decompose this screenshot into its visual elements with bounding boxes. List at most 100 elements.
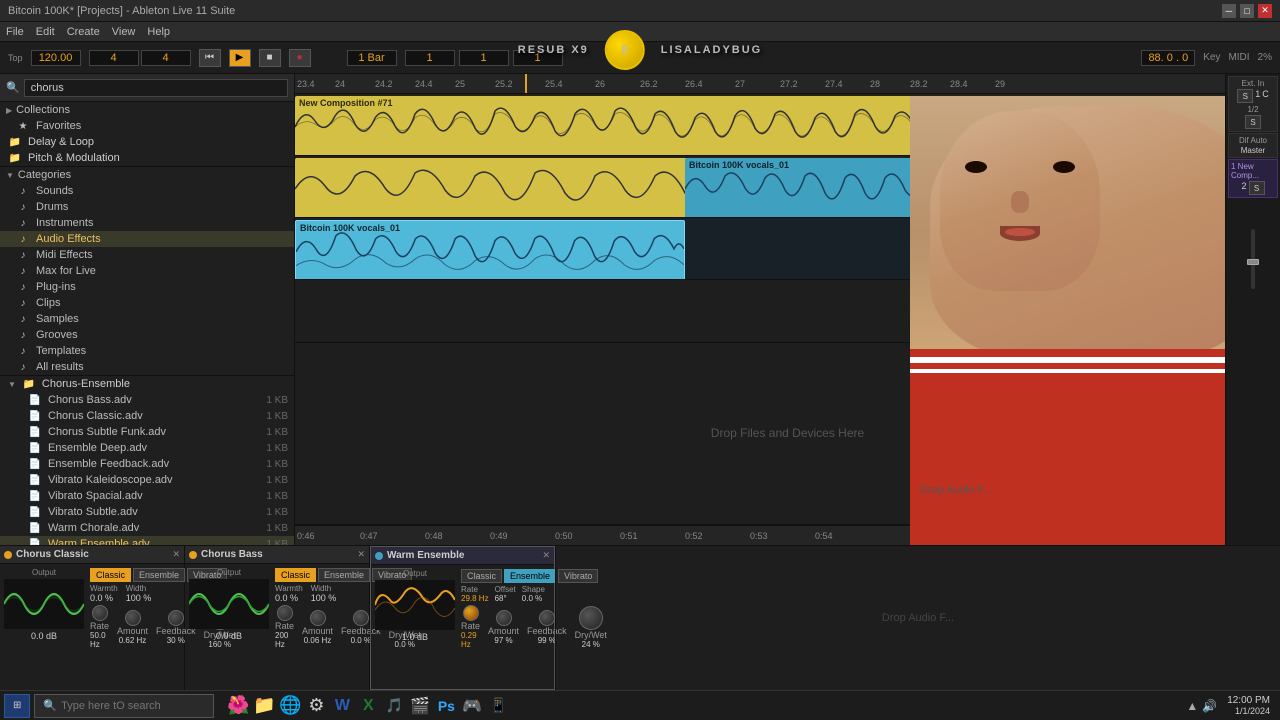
taskbar-search-input[interactable] xyxy=(61,700,205,712)
device-led-3[interactable] xyxy=(375,552,383,560)
start-button[interactable]: ⊞ xyxy=(4,694,30,718)
rate-knob-control-2[interactable] xyxy=(277,605,293,621)
sidebar-item-favorites[interactable]: ★ Favorites xyxy=(0,118,294,134)
sidebar-file-chorus-classic[interactable]: 📄 Chorus Classic.adv 1 KB xyxy=(0,408,294,424)
sidebar-item-instruments[interactable]: ♪ Instruments xyxy=(0,215,294,231)
close-device-3[interactable]: ✕ xyxy=(542,550,550,561)
device-led-2[interactable] xyxy=(189,551,197,559)
amount-knob-control-1[interactable] xyxy=(125,610,141,626)
rate-knob-control-3[interactable] xyxy=(463,605,479,621)
sidebar-file-ensemble-deep[interactable]: 📄 Ensemble Deep.adv 1 KB xyxy=(0,440,294,456)
amount-knob-control-2[interactable] xyxy=(310,610,326,626)
sidebar-item-all-results[interactable]: ♪ All results xyxy=(0,359,294,375)
master-fader-thumb[interactable] xyxy=(1247,259,1259,265)
sidebar-item-sounds[interactable]: ♪ Sounds xyxy=(0,183,294,199)
sidebar-item-samples[interactable]: ♪ Samples xyxy=(0,311,294,327)
ch1-s-btn2[interactable]: S xyxy=(1245,115,1261,129)
menu-create[interactable]: Create xyxy=(67,26,100,38)
sidebar-item-delay[interactable]: 📁 Delay & Loop xyxy=(0,134,294,150)
sidebar-file-vibrato-subtle[interactable]: 📄 Vibrato Subtle.adv 1 KB xyxy=(0,504,294,520)
taskbar-icon-word[interactable]: W xyxy=(330,694,354,718)
feedback-knob-control-2[interactable] xyxy=(353,610,369,626)
sidebar-file-warm-ensemble[interactable]: 📄 Warm Ensemble.adv 1 KB xyxy=(0,536,294,545)
sidebar-file-vibrato-k[interactable]: 📄 Vibrato Kaleidoscope.adv 1 KB xyxy=(0,472,294,488)
taskbar-icon-tiktok[interactable]: 📱 xyxy=(486,694,510,718)
amount-lbl-3: Amount xyxy=(488,626,519,636)
sidebar-item-audio-effects[interactable]: ♪ Audio Effects xyxy=(0,231,294,247)
taskbar-icon-explorer[interactable]: 🌺 xyxy=(226,694,250,718)
sidebar-search-input[interactable] xyxy=(24,79,288,97)
categories-header[interactable]: ▼ Categories xyxy=(0,167,294,183)
sidebar-file-warm-chorale[interactable]: 📄 Warm Chorale.adv 1 KB xyxy=(0,520,294,536)
tab-classic-1[interactable]: Classic xyxy=(90,568,131,582)
menu-file[interactable]: File xyxy=(6,26,24,38)
collections-header[interactable]: ▶ Collections xyxy=(0,102,294,118)
ch1-s-btn[interactable]: S xyxy=(1237,89,1253,103)
tab-ensemble-1[interactable]: Ensemble xyxy=(133,568,185,582)
sidebar-file-chorus-bass[interactable]: 📄 Chorus Bass.adv 1 KB xyxy=(0,392,294,408)
clip-new-composition[interactable]: New Composition #71 xyxy=(295,96,1015,155)
close-device-1[interactable]: ✕ xyxy=(172,549,180,560)
ruler-mark-9: 26.2 xyxy=(640,79,658,89)
waveform-display-3 xyxy=(375,580,455,630)
taskbar-icon-game[interactable]: 🎮 xyxy=(460,694,484,718)
sidebar-folder-chorus-ensemble[interactable]: ▼ 📁 Chorus-Ensemble xyxy=(0,376,294,392)
rate-knob-control-1[interactable] xyxy=(92,605,108,621)
minimize-button[interactable]: ─ xyxy=(1222,4,1236,18)
timesig-den: 4 xyxy=(141,50,191,66)
device-led-1[interactable] xyxy=(4,551,12,559)
taskbar-icon-ableton[interactable]: 🎵 xyxy=(382,694,406,718)
ensemble-feedback-size: 1 KB xyxy=(266,459,288,470)
ruler-mark-5: 25 xyxy=(455,79,465,89)
menu-view[interactable]: View xyxy=(112,26,136,38)
ch3-s-btn[interactable]: S xyxy=(1249,181,1265,195)
sidebar-item-pitch[interactable]: 📁 Pitch & Modulation xyxy=(0,150,294,166)
menu-help[interactable]: Help xyxy=(147,26,170,38)
record-button[interactable]: ● xyxy=(289,49,311,67)
sidebar-file-ensemble-feedback[interactable]: 📄 Ensemble Feedback.adv 1 KB xyxy=(0,456,294,472)
clip-bitcoin-vocals-selected[interactable]: Bitcoin 100K vocals_01 xyxy=(295,220,685,279)
rewind-button[interactable]: ⏮ xyxy=(199,49,221,67)
feedback-knob-control-1[interactable] xyxy=(168,610,184,626)
clock-date: 1/1/2024 xyxy=(1227,706,1270,716)
clips-label: Clips xyxy=(36,297,60,309)
sidebar-item-max[interactable]: ♪ Max for Live xyxy=(0,263,294,279)
stop-button[interactable]: ■ xyxy=(259,49,281,67)
warmth-label-1: Warmth xyxy=(90,584,118,593)
sidebar-item-midi-effects[interactable]: ♪ Midi Effects xyxy=(0,247,294,263)
close-device-2[interactable]: ✕ xyxy=(357,549,365,560)
taskbar-icon-folder[interactable]: 📁 xyxy=(252,694,276,718)
samples-icon: ♪ xyxy=(16,314,30,325)
close-button[interactable]: ✕ xyxy=(1258,4,1272,18)
taskbar-icon-photo[interactable]: 🎬 xyxy=(408,694,432,718)
taskbar-icon-chrome[interactable]: 🌐 xyxy=(278,694,302,718)
ensemble-deep-size: 1 KB xyxy=(266,443,288,454)
amount-knob-control-3[interactable] xyxy=(496,610,512,626)
lip-area xyxy=(1005,228,1035,236)
sidebar-item-grooves[interactable]: ♪ Grooves xyxy=(0,327,294,343)
feedback-knob-control-3[interactable] xyxy=(539,610,555,626)
sidebar-item-templates[interactable]: ♪ Templates xyxy=(0,343,294,359)
instruments-icon: ♪ xyxy=(16,218,30,229)
taskbar-icon-settings[interactable]: ⚙ xyxy=(304,694,328,718)
sidebar-item-drums[interactable]: ♪ Drums xyxy=(0,199,294,215)
rate-v-3: 0.29 Hz xyxy=(461,631,480,649)
shape-val-3: 0.0 % xyxy=(522,594,545,603)
right-mixer-strip: Ext. In S 1 C 1/2 S Dif Auto Maste xyxy=(1225,74,1280,545)
tab-ensemble-2[interactable]: Ensemble xyxy=(318,568,370,582)
sidebar-item-clips[interactable]: ♪ Clips xyxy=(0,295,294,311)
maximize-button[interactable]: □ xyxy=(1240,4,1254,18)
menu-edit[interactable]: Edit xyxy=(36,26,55,38)
play-button[interactable]: ▶ xyxy=(229,49,251,67)
sidebar-file-chorus-subtle[interactable]: 📄 Chorus Subtle Funk.adv 1 KB xyxy=(0,424,294,440)
sidebar-item-plugins[interactable]: ♪ Plug-ins xyxy=(0,279,294,295)
taskbar-icon-excel[interactable]: X xyxy=(356,694,380,718)
drywet-knob-control-3[interactable] xyxy=(579,606,603,630)
shape-label-3: Shape xyxy=(522,585,545,594)
sidebar-file-vibrato-s[interactable]: 📄 Vibrato Spacial.adv 1 KB xyxy=(0,488,294,504)
tab-classic-3[interactable]: Classic xyxy=(461,569,502,583)
tab-classic-2[interactable]: Classic xyxy=(275,568,316,582)
drop-text: Drop Files and Devices Here xyxy=(711,426,864,440)
tab-ensemble-3[interactable]: Ensemble xyxy=(504,569,556,583)
taskbar-icon-ps[interactable]: Ps xyxy=(434,694,458,718)
